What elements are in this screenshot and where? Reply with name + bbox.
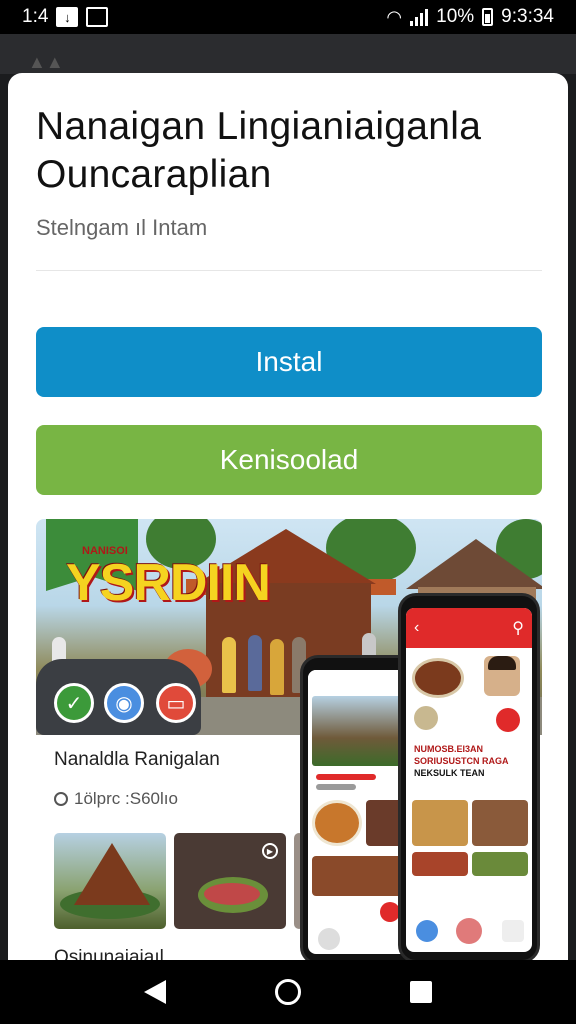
person [270,639,284,695]
back-icon[interactable] [144,980,167,1004]
fab-icon [380,902,400,922]
clock-icon [54,792,68,806]
back-arrow-icon: ‹ [414,619,420,636]
install-button[interactable]: Instal [36,327,542,397]
dialog-title: Nanaigan Lingianiaiganla Ouncaraplian [36,103,536,199]
check-icon: ✓ [54,683,94,723]
status-clock: 9:3:34 [501,6,554,27]
avatar [484,656,520,696]
status-left: 1:4 ↓ [22,6,109,28]
preview-app-title: Nanaldla Ranigalan [54,749,220,770]
nav-home-icon [416,920,438,942]
banner-text: YSRDIIN [66,554,271,612]
browser-icon: ◉ [104,683,144,723]
download-icon: ↓ [56,7,79,27]
food-image [312,800,362,846]
battery-percent: 10% [436,6,475,27]
preview-meta: 1ölprc :S60lıo [54,789,178,809]
phone-text-1: NUMOSB.EI3AN [414,744,484,754]
food-image [472,800,528,846]
battery-icon [482,8,494,26]
thumbnail-cone-dish[interactable] [54,833,166,929]
recents-icon[interactable] [409,981,432,1003]
pin-icon [496,708,520,732]
status-right: ◠ 10% 9:3:34 [386,6,554,28]
system-nav-bar [0,960,576,1024]
divider [36,270,542,271]
status-time: 1:4 [22,6,49,27]
play-icon: ▶ [262,843,278,859]
phone-mockup-front: ‹ ⚲ NUMOSB.EI3AN SORIUSUSTCN RAGA NEKSUL… [398,593,540,963]
nav-menu-icon [502,920,524,942]
nav-dot [318,928,340,950]
preview-meta-text: 1ölprc :S60lıo [74,789,178,808]
phone-text-3: NEKSULK TEAN [414,768,485,778]
text-line [316,784,356,790]
screen-icon [86,7,109,27]
nav-center-icon [456,918,482,944]
wifi-icon: ◠ [386,6,403,27]
dialog-title-line1: Nanaigan Lingianiaiganla [36,105,482,148]
cone-dish [74,843,150,905]
dish [204,883,260,905]
phone-text-2: SORIUSUSTCN RAGA [414,756,509,766]
logo-icon [414,706,438,730]
signal-icon [410,8,429,26]
dialog-subtitle: Stelngam ıl Intam [36,215,208,240]
phone-front-header: ‹ ⚲ [406,608,532,648]
backdrop-app-bar: ▲▲ [0,34,576,74]
text-line [316,774,376,780]
install-dialog: Nanaigan Lingianiaiganla Ouncaraplian St… [8,73,568,973]
house2-roof [406,539,542,589]
food-image [412,658,464,698]
food-image [472,852,528,876]
ghost-icon: ▲▲ [28,52,64,72]
food-image [412,800,468,846]
phone-front-screen: ‹ ⚲ NUMOSB.EI3AN SORIUSUSTCN RAGA NEKSUL… [406,608,532,952]
food-image [412,852,468,876]
thumbnail-offering[interactable]: ▶ [174,833,286,929]
secondary-button[interactable]: Kenisoolad [36,425,542,495]
person [248,635,262,691]
app-preview-card[interactable]: NANISOI YSRDIIN ✓ ◉ ▭ Nanaldla Ranigalan… [36,519,542,973]
search-icon: ⚲ [512,620,524,637]
dialog-title-line2: Ouncaraplian [36,153,272,196]
home-icon[interactable] [274,979,301,1005]
person [222,637,236,693]
status-bar: 1:4 ↓ ◠ 10% 9:3:34 [0,0,576,34]
message-icon: ▭ [156,683,196,723]
